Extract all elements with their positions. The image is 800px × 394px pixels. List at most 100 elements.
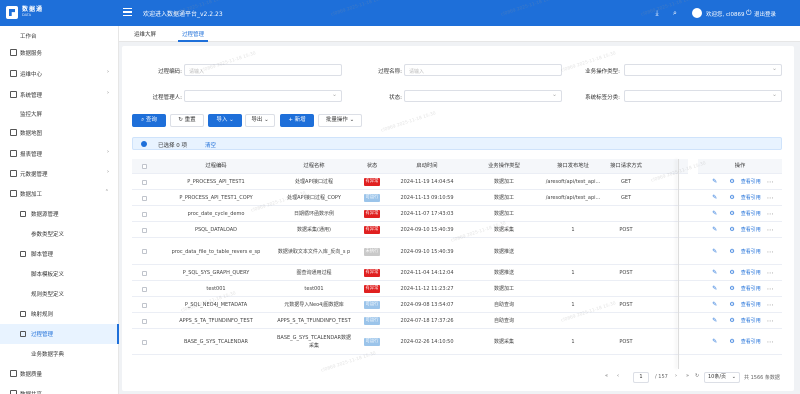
refresh-icon[interactable]: ↻ (695, 373, 699, 384)
more-icon[interactable]: ⋯ (767, 317, 774, 325)
edit-icon[interactable]: ✎ (712, 226, 717, 234)
sidebar-item-3[interactable]: 系统管理 › (0, 85, 119, 105)
status-select[interactable] (404, 90, 562, 102)
sidebar-item-5[interactable]: 数据地图 (0, 123, 119, 143)
prev-page-icon[interactable]: ‹ (617, 373, 619, 384)
sidebar-item-11[interactable]: 脚本管理 (0, 244, 119, 264)
more-icon[interactable]: ⋯ (767, 285, 774, 293)
view-references-link[interactable]: 查看引用 (741, 285, 761, 293)
select-all-checkbox[interactable] (142, 164, 147, 169)
row-checkbox[interactable] (142, 227, 147, 233)
edit-icon[interactable]: ✎ (712, 178, 717, 186)
row-checkbox[interactable] (142, 339, 147, 345)
gear-icon[interactable]: ⚙ (729, 269, 734, 277)
edit-icon[interactable]: ✎ (712, 269, 717, 277)
row-checkbox[interactable] (142, 318, 147, 324)
tab-ops-dashboard[interactable]: 运维大屏 (134, 30, 156, 38)
logout-button[interactable]: 退出登录 (754, 10, 776, 18)
add-button[interactable]: + 新增 (280, 114, 314, 127)
more-icon[interactable]: ⋯ (767, 338, 774, 346)
page-size-select[interactable]: 10条/页 ⌄ (704, 372, 740, 383)
sidebar-item-6[interactable]: 报表管理 › (0, 144, 119, 164)
view-references-link[interactable]: 查看引用 (741, 317, 761, 325)
sidebar-item-2[interactable]: 运维中心 › (0, 64, 119, 84)
sidebar-item-1[interactable]: 数据服务 (0, 43, 119, 63)
view-references-link[interactable]: 查看引用 (741, 338, 761, 346)
export-button[interactable]: 导出 ⌄ (245, 114, 275, 127)
more-icon[interactable]: ⋯ (767, 178, 774, 186)
biz-type-select[interactable] (624, 64, 782, 76)
first-page-icon[interactable]: « (605, 373, 608, 384)
edit-icon[interactable]: ✎ (712, 248, 717, 256)
sidebar-item-4[interactable]: 监控大屏 (0, 104, 119, 124)
row-checkbox[interactable] (142, 211, 147, 217)
row-checkbox[interactable] (142, 179, 147, 185)
gear-icon[interactable]: ⚙ (729, 285, 734, 293)
last-page-icon[interactable]: » (686, 373, 689, 384)
next-page-icon[interactable]: › (675, 373, 677, 384)
download-icon[interactable]: ⤓ (652, 8, 662, 18)
gear-icon[interactable]: ⚙ (729, 194, 734, 202)
view-references-link[interactable]: 查看引用 (741, 226, 761, 234)
search-icon[interactable]: ⌕ (670, 8, 680, 18)
edit-icon[interactable]: ✎ (712, 338, 717, 346)
more-icon[interactable]: ⋯ (767, 269, 774, 277)
reset-button[interactable]: ↻ 重置 (170, 114, 204, 127)
tag-select[interactable] (624, 90, 782, 102)
sidebar-item-16[interactable]: 业务数据字典 (0, 344, 119, 364)
sidebar-item-17[interactable]: 数据质量 (0, 364, 119, 384)
sidebar-item-18[interactable]: 数据共享 (0, 384, 119, 394)
gear-icon[interactable]: ⚙ (729, 248, 734, 256)
view-references-link[interactable]: 查看引用 (741, 194, 761, 202)
process-code-input[interactable]: 请输入 (184, 64, 342, 76)
row-checkbox[interactable] (142, 302, 147, 308)
gear-icon[interactable]: ⚙ (729, 210, 734, 218)
sidebar-item-12[interactable]: 脚本模板定义 (0, 264, 119, 284)
edit-icon[interactable]: ✎ (712, 317, 717, 325)
gear-icon[interactable]: ⚙ (729, 301, 734, 309)
sidebar-item-13[interactable]: 规则类型定义 (0, 284, 119, 304)
tab-process-management[interactable]: 过程管理 (177, 30, 209, 42)
sidebar-item-9[interactable]: 数据源管理 (0, 204, 119, 224)
page-number-input[interactable]: 1 (633, 372, 649, 383)
sidebar-item-10[interactable]: 参数类型定义 (0, 224, 119, 244)
edit-icon[interactable]: ✎ (712, 301, 717, 309)
row-checkbox[interactable] (142, 249, 147, 254)
gear-icon[interactable]: ⚙ (729, 178, 734, 186)
logout-icon[interactable]: ⏻ (746, 9, 752, 17)
sidebar-item-7[interactable]: 元数据管理 › (0, 164, 119, 184)
sidebar-item-14[interactable]: 映射规则 (0, 304, 119, 324)
more-icon[interactable]: ⋯ (767, 301, 774, 309)
view-references-link[interactable]: 查看引用 (741, 301, 761, 309)
view-references-link[interactable]: 查看引用 (741, 269, 761, 277)
row-checkbox[interactable] (142, 270, 147, 276)
edit-icon[interactable]: ✎ (712, 210, 717, 218)
row-checkbox[interactable] (142, 286, 147, 292)
row-checkbox[interactable] (142, 195, 147, 201)
import-button[interactable]: 导入 ⌄ (208, 114, 242, 127)
clear-selection-link[interactable]: 清空 (205, 141, 216, 149)
more-icon[interactable]: ⋯ (767, 248, 774, 256)
cell-name: BASE_G_SYS_TCALENDAR数据 采集 (277, 335, 351, 349)
gear-icon[interactable]: ⚙ (729, 317, 734, 325)
manager-select[interactable] (184, 90, 342, 102)
avatar[interactable] (692, 8, 702, 18)
view-references-link[interactable]: 查看引用 (741, 210, 761, 218)
view-references-link[interactable]: 查看引用 (741, 248, 761, 256)
batch-operation-button[interactable]: 批量操作 ⌄ (318, 114, 362, 127)
sidebar-item-8[interactable]: 数据加工 ⌃ (0, 184, 119, 204)
more-icon[interactable]: ⋯ (767, 226, 774, 234)
menu-toggle-icon[interactable] (123, 8, 132, 17)
gear-icon[interactable]: ⚙ (729, 338, 734, 346)
edit-icon[interactable]: ✎ (712, 194, 717, 202)
query-button[interactable]: ⌕ 查询 (132, 114, 166, 127)
datasource-icon (20, 211, 26, 217)
process-name-input[interactable]: 请输入 (404, 64, 562, 76)
view-references-link[interactable]: 查看引用 (741, 178, 761, 186)
sidebar-item-15[interactable]: 过程管理 (0, 324, 119, 344)
gear-icon[interactable]: ⚙ (729, 226, 734, 234)
more-icon[interactable]: ⋯ (767, 194, 774, 202)
more-icon[interactable]: ⋯ (767, 210, 774, 218)
edit-icon[interactable]: ✎ (712, 285, 717, 293)
cell-code: APPS_S_TA_TFUNDINFO_TEST (179, 318, 253, 324)
